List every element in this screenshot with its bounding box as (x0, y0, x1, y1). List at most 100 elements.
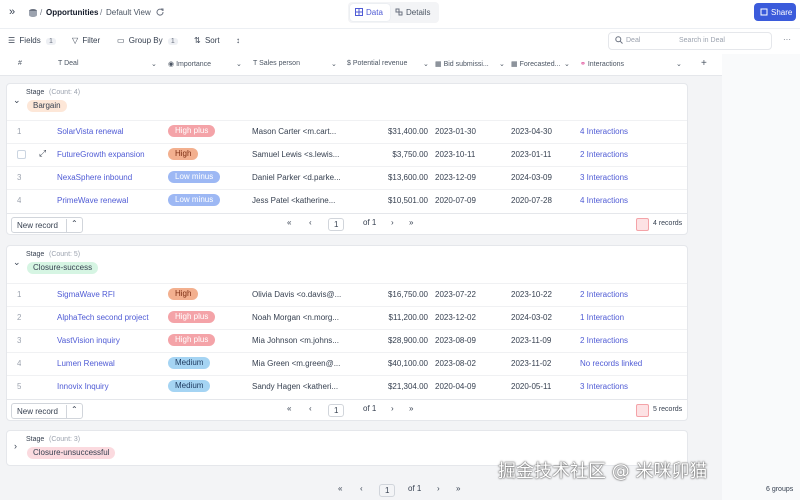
last-page-icon[interactable]: » (409, 404, 413, 413)
last-page-icon[interactable]: » (456, 484, 460, 493)
interactions-cell[interactable]: 3 Interactions (580, 173, 628, 182)
bid-cell[interactable]: 2020-04-09 (435, 382, 476, 391)
chevron-up-icon[interactable]: ⌃ (66, 219, 78, 232)
interactions-cell[interactable]: 1 Interaction (580, 313, 624, 322)
expand-sidebar-icon[interactable]: » (9, 6, 15, 18)
filter-button[interactable]: ▽ Filter (72, 36, 100, 45)
table-row[interactable]: 4 PrimeWave renewal Low minus Jess Patel… (7, 189, 687, 212)
importance-cell[interactable]: High plus (168, 334, 216, 346)
bid-cell[interactable]: 2020-07-09 (435, 196, 476, 205)
search-input[interactable]: Search in Deal (679, 37, 725, 44)
revenue-cell[interactable]: $3,750.00 (347, 150, 428, 159)
interactions-cell[interactable]: 4 Interactions (580, 127, 628, 136)
importance-cell[interactable]: Low minus (168, 194, 221, 206)
chevron-down-icon[interactable]: ⌄ (423, 60, 429, 68)
bid-cell[interactable]: 2023-01-30 (435, 127, 476, 136)
next-page-icon[interactable]: › (391, 218, 394, 227)
sales-cell[interactable]: Mia Johnson <m.johns... (252, 336, 344, 345)
tab-details[interactable]: Details (406, 8, 430, 17)
add-column-icon[interactable]: + (701, 58, 707, 69)
forecast-cell[interactable]: 2023-11-09 (511, 336, 551, 345)
first-page-icon[interactable]: « (287, 218, 291, 227)
chevron-up-icon[interactable]: ⌃ (66, 405, 78, 418)
revenue-cell[interactable]: $31,400.00 (347, 127, 428, 136)
prev-page-icon[interactable]: ‹ (309, 404, 312, 413)
deal-cell[interactable]: FutureGrowth expansion (57, 150, 167, 159)
chevron-down-icon[interactable]: ⌄ (151, 60, 157, 68)
sales-cell[interactable]: Daniel Parker <d.parke... (252, 173, 344, 182)
sales-cell[interactable]: Sandy Hagen <katheri... (252, 382, 344, 391)
importance-cell[interactable]: Medium (168, 380, 211, 392)
col-sales[interactable]: T Sales person (253, 60, 300, 67)
bid-cell[interactable]: 2023-10-11 (435, 150, 475, 159)
col-bid[interactable]: ▦ Bid submissi... (435, 60, 489, 68)
table-row[interactable]: 3 VastVision inquiry High plus Mia Johns… (7, 329, 687, 352)
breadcrumb-base[interactable]: Opportunities (46, 8, 98, 17)
deal-cell[interactable]: PrimeWave renewal (57, 196, 167, 205)
table-row[interactable]: ⤢ FutureGrowth expansion High Samuel Lew… (7, 143, 687, 166)
search-field-label[interactable]: Deal (626, 37, 640, 44)
last-page-icon[interactable]: » (409, 218, 413, 227)
sort-button[interactable]: ⇅ Sort (194, 36, 220, 45)
forecast-cell[interactable]: 2023-01-11 (511, 150, 551, 159)
table-row[interactable]: 5 Innovix Inquiry Medium Sandy Hagen <ka… (7, 375, 687, 398)
revenue-cell[interactable]: $13,600.00 (347, 173, 428, 182)
bid-cell[interactable]: 2023-12-02 (435, 313, 476, 322)
prev-page-icon[interactable]: ‹ (309, 218, 312, 227)
more-options-icon[interactable]: ··· (783, 35, 791, 44)
col-revenue[interactable]: $ Potential revenue (347, 60, 407, 67)
share-button[interactable]: Share (754, 3, 796, 21)
chevron-down-icon[interactable]: ⌄ (676, 60, 682, 68)
forecast-cell[interactable]: 2020-05-11 (511, 382, 551, 391)
sales-cell[interactable]: Mia Green <m.green@... (252, 359, 344, 368)
new-record-button[interactable]: New record ⌃ (11, 403, 83, 419)
bid-cell[interactable]: 2023-07-22 (435, 290, 476, 299)
forecast-cell[interactable]: 2020-07-28 (511, 196, 552, 205)
deal-cell[interactable]: SigmaWave RFI (57, 290, 167, 299)
revenue-cell[interactable]: $11,200.00 (347, 313, 428, 322)
first-page-icon[interactable]: « (338, 484, 342, 493)
bid-cell[interactable]: 2023-08-09 (435, 336, 476, 345)
page-selector[interactable]: 1 (325, 218, 347, 231)
collapse-chevron-icon[interactable]: ⌄ (13, 95, 21, 106)
deal-cell[interactable]: SolarVista renewal (57, 127, 167, 136)
table-row[interactable]: 3 NexaSphere inbound Low minus Daniel Pa… (7, 166, 687, 189)
importance-cell[interactable]: Low minus (168, 171, 221, 183)
group-header[interactable]: ⌄ Stage (Count: 5) Closure-success (7, 246, 687, 278)
page-selector[interactable]: 1 (376, 484, 398, 497)
fields-button[interactable]: ☰ Fields 1 (8, 36, 56, 45)
refresh-icon[interactable] (156, 8, 164, 16)
expand-row-icon[interactable]: ⤢ (39, 148, 46, 159)
interactions-cell[interactable]: 3 Interactions (580, 382, 628, 391)
interactions-cell[interactable]: 2 Interactions (580, 290, 628, 299)
forecast-cell[interactable]: 2023-11-02 (511, 359, 551, 368)
bid-cell[interactable]: 2023-08-02 (435, 359, 476, 368)
forecast-cell[interactable]: 2023-04-30 (511, 127, 552, 136)
revenue-cell[interactable]: $28,900.00 (347, 336, 428, 345)
forecast-cell[interactable]: 2024-03-02 (511, 313, 552, 322)
bid-cell[interactable]: 2023-12-09 (435, 173, 476, 182)
interactions-cell[interactable]: 2 Interactions (580, 150, 628, 159)
first-page-icon[interactable]: « (287, 404, 291, 413)
interactions-cell[interactable]: 2 Interactions (580, 336, 628, 345)
interactions-cell[interactable]: No records linked (580, 359, 642, 368)
group-header[interactable]: ⌄ Stage (Count: 4) Bargain (7, 84, 687, 116)
deal-cell[interactable]: NexaSphere inbound (57, 173, 167, 182)
deal-cell[interactable]: AlphaTech second project (57, 313, 167, 322)
importance-cell[interactable]: High (168, 288, 199, 300)
table-row[interactable]: 1 SolarVista renewal High plus Mason Car… (7, 120, 687, 143)
revenue-cell[interactable]: $21,304.00 (347, 382, 428, 391)
deal-cell[interactable]: Innovix Inquiry (57, 382, 167, 391)
col-forecast[interactable]: ▦ Forecasted... (511, 60, 560, 68)
row-checkbox[interactable] (17, 150, 26, 159)
importance-cell[interactable]: Medium (168, 357, 211, 369)
sales-cell[interactable]: Mason Carter <m.cart... (252, 127, 344, 136)
next-page-icon[interactable]: › (391, 404, 394, 413)
chevron-down-icon[interactable]: ⌄ (331, 60, 337, 68)
table-row[interactable]: 2 AlphaTech second project High plus Noa… (7, 306, 687, 329)
expand-chevron-icon[interactable]: › (14, 441, 17, 451)
chevron-down-icon[interactable]: ⌄ (564, 60, 570, 68)
page-selector[interactable]: 1 (325, 404, 347, 417)
row-height-icon[interactable]: ↕ (236, 36, 240, 45)
new-record-button[interactable]: New record ⌃ (11, 217, 83, 233)
